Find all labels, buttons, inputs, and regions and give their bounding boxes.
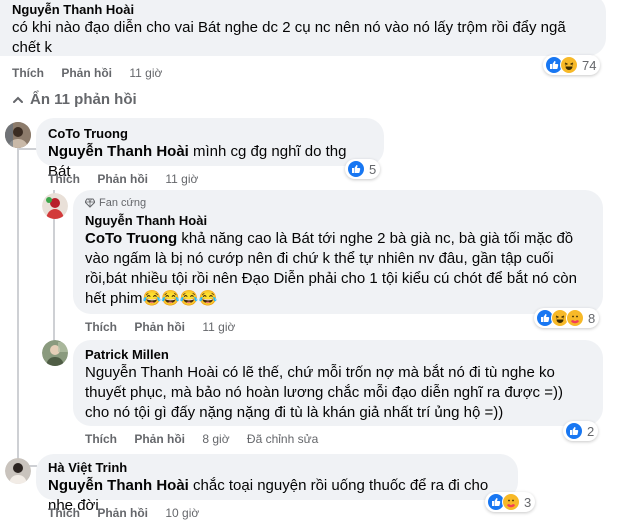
like-button[interactable]: Thích bbox=[12, 66, 44, 80]
reply-actions: Thích Phản hồi 11 giờ bbox=[85, 319, 249, 335]
fan-badge[interactable]: Fan cứng bbox=[85, 196, 591, 210]
comment-author[interactable]: Hà Việt Trinh bbox=[48, 460, 506, 476]
edited-label[interactable]: Đã chỉnh sửa bbox=[247, 432, 318, 446]
reply-button[interactable]: Phản hồi bbox=[97, 172, 148, 186]
comment-author[interactable]: CoTo Truong bbox=[48, 126, 372, 142]
reply-actions: Thích Phản hồi 11 giờ bbox=[48, 171, 212, 187]
avatar[interactable] bbox=[5, 458, 31, 484]
reaction-summary[interactable]: 74 bbox=[543, 55, 601, 75]
reaction-count: 3 bbox=[524, 494, 532, 510]
avatar[interactable] bbox=[5, 122, 31, 148]
like-reaction-icon bbox=[565, 422, 583, 440]
timestamp[interactable]: 10 giờ bbox=[165, 506, 199, 520]
diamond-icon bbox=[85, 198, 95, 208]
reply-button[interactable]: Phản hồi bbox=[61, 66, 112, 80]
like-button[interactable]: Thích bbox=[48, 506, 80, 520]
chevron-up-icon bbox=[13, 96, 23, 103]
reaction-count: 8 bbox=[588, 310, 596, 326]
comment-author[interactable]: Nguyễn Thanh Hoài bbox=[12, 2, 594, 18]
reply-button[interactable]: Phản hồi bbox=[134, 432, 185, 446]
reaction-summary[interactable]: 3 bbox=[485, 492, 536, 512]
avatar[interactable] bbox=[42, 340, 68, 366]
comment-text: CoTo Truong khả năng cao là Bát tới nghe… bbox=[85, 230, 577, 307]
thread-connector bbox=[17, 148, 37, 150]
laughing-emoji: 😂😂😂😂 bbox=[142, 290, 218, 307]
reply-actions: Thích Phản hồi 8 giờ Đã chỉnh sửa bbox=[85, 431, 332, 447]
reply-bubble: CoTo Truong Nguyễn Thanh Hoài mình cg đg… bbox=[36, 118, 384, 180]
reply-button[interactable]: Phản hồi bbox=[97, 506, 148, 520]
like-button[interactable]: Thích bbox=[48, 172, 80, 186]
timestamp[interactable]: 8 giờ bbox=[202, 432, 229, 446]
reaction-summary[interactable]: 8 bbox=[534, 308, 600, 328]
reaction-summary[interactable]: 5 bbox=[345, 159, 381, 179]
mention-tag[interactable]: Nguyễn Thanh Hoài bbox=[48, 477, 189, 494]
comment-text: Nguyễn Thanh Hoài có lẽ thế, chứ mỗi trố… bbox=[85, 364, 563, 421]
reaction-count: 74 bbox=[582, 57, 597, 73]
comment-author[interactable]: Patrick Millen bbox=[85, 347, 591, 363]
comment-text: có khi nào đạo diễn cho vai Bát nghe dc … bbox=[12, 19, 566, 56]
like-reaction-icon bbox=[347, 160, 365, 178]
top-comment-bubble: Nguyễn Thanh Hoài có khi nào đạo diễn ch… bbox=[0, 0, 606, 56]
comment-author[interactable]: Nguyễn Thanh Hoài bbox=[85, 213, 591, 229]
hide-replies-toggle[interactable]: Ẩn 11 phản hồi bbox=[12, 90, 137, 110]
reply-button[interactable]: Phản hồi bbox=[134, 320, 185, 334]
thread-connector bbox=[53, 190, 55, 192]
reply-actions: Thích Phản hồi 10 giờ bbox=[48, 505, 213, 521]
timestamp[interactable]: 11 giờ bbox=[202, 320, 235, 334]
reply-bubble: Hà Việt Trinh Nguyễn Thanh Hoài chắc toạ… bbox=[36, 454, 518, 514]
like-button[interactable]: Thích bbox=[85, 432, 117, 446]
thread-line bbox=[17, 148, 19, 468]
reaction-count: 5 bbox=[369, 161, 377, 177]
avatar[interactable] bbox=[42, 193, 68, 219]
top-comment-actions: Thích Phản hồi 11 giờ bbox=[12, 65, 176, 81]
reaction-count: 2 bbox=[587, 423, 595, 439]
reaction-summary[interactable]: 2 bbox=[563, 421, 599, 441]
care-reaction-icon bbox=[502, 493, 520, 511]
timestamp[interactable]: 11 giờ bbox=[129, 66, 162, 80]
like-button[interactable]: Thích bbox=[85, 320, 117, 334]
care-reaction-icon bbox=[566, 309, 584, 327]
timestamp[interactable]: 11 giờ bbox=[165, 172, 198, 186]
haha-reaction-icon bbox=[560, 56, 578, 74]
reply-bubble: Fan cứng Nguyễn Thanh Hoài CoTo Truong k… bbox=[73, 190, 603, 314]
mention-tag[interactable]: CoTo Truong bbox=[85, 230, 177, 247]
mention-tag[interactable]: Nguyễn Thanh Hoài bbox=[48, 143, 189, 160]
hide-replies-label: Ẩn 11 phản hồi bbox=[30, 91, 137, 108]
reply-bubble: Patrick Millen Nguyễn Thanh Hoài có lẽ t… bbox=[73, 340, 603, 426]
